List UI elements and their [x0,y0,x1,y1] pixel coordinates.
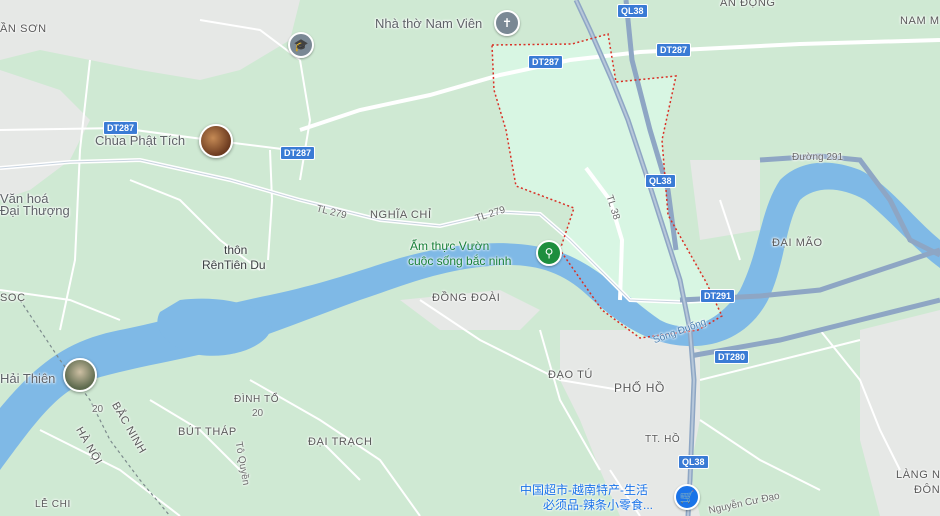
road-shield-dt291: DT291 [700,289,736,303]
area-label-dong-n: ĐÔN [914,484,940,496]
urban-area [0,0,300,80]
road-label-20: 20 [92,404,104,415]
poi-label-chua-phat-tich[interactable]: Chùa Phật Tích [95,133,185,148]
restaurant-icon[interactable]: ⚲ [536,240,562,266]
place-label-hai-thien: Hải Thiên [0,371,56,386]
area-label-dinh-to: ĐÌNH TỔ [234,394,280,405]
road-label-20: 20 [252,408,264,419]
poi-label-sieu-thi-line1[interactable]: 中国超市-越南特产-生活 [520,483,648,497]
urban-area [690,160,760,240]
road-shield-dt287: DT287 [656,43,692,57]
church-icon[interactable]: ✝ [494,10,520,36]
poi-label-am-thuc-line1[interactable]: Ẩm thực Vườn [410,239,489,253]
area-label-dong-doai: ĐỒNG ĐOÀI [432,292,501,304]
road-shield-ql38: QL38 [678,455,709,469]
map-canvas[interactable]: QL38 DT287 DT287 DT287 DT287 QL38 DT291 … [0,0,940,516]
area-label-an-son: ẦN SƠN [0,23,47,35]
place-label-dai-thuong: Đại Thượng [0,203,70,218]
area-label-nam-m: NAM M [900,15,940,27]
road-shield-ql38: QL38 [645,174,676,188]
area-label-tt-ho: TT. HỒ [645,434,681,445]
area-label-soc: SOC [0,292,26,304]
area-label-lang-n: LÀNG N [896,469,940,481]
area-label-dai-mao: ĐẠI MÃO [772,237,823,249]
poi-label-am-thuc-line2[interactable]: cuộc sống bắc ninh [408,254,511,268]
area-label-dao-tu: ĐẠO TÚ [548,369,593,381]
area-label-le-chi: LỄ CHI [35,499,71,510]
place-photo-thumbnail[interactable] [63,358,97,392]
road-shield-dt280: DT280 [714,350,750,364]
road-label-duong-291: Đường 291 [792,152,844,163]
area-label-dai-trach: ĐẠI TRẠCH [308,436,373,448]
area-label-an-dong: AN ĐỘNG [720,0,776,9]
area-label-nghia-chi: NGHĨA CHỈ [370,209,432,221]
road-shield-dt287: DT287 [280,146,316,160]
area-label-pho-ho: PHỐ HỒ [614,381,665,395]
place-label-ren-tien-du: RênTiên Du [202,258,266,272]
urban-area [0,70,90,200]
place-label-thon: thôn [224,243,248,257]
area-label-but-thap: BÚT THÁP [178,426,237,438]
place-photo-thumbnail[interactable] [199,124,233,158]
shopping-cart-icon[interactable]: 🛒 [674,484,700,510]
poi-label-sieu-thi-line2[interactable]: 必须品-辣条小零食... [543,498,653,512]
road-shield-dt287: DT287 [528,55,564,69]
school-icon[interactable]: 🎓 [288,32,314,58]
poi-label-nha-tho-nam-vien[interactable]: Nhà thờ Nam Viên [375,16,482,31]
road-shield-ql38: QL38 [617,4,648,18]
